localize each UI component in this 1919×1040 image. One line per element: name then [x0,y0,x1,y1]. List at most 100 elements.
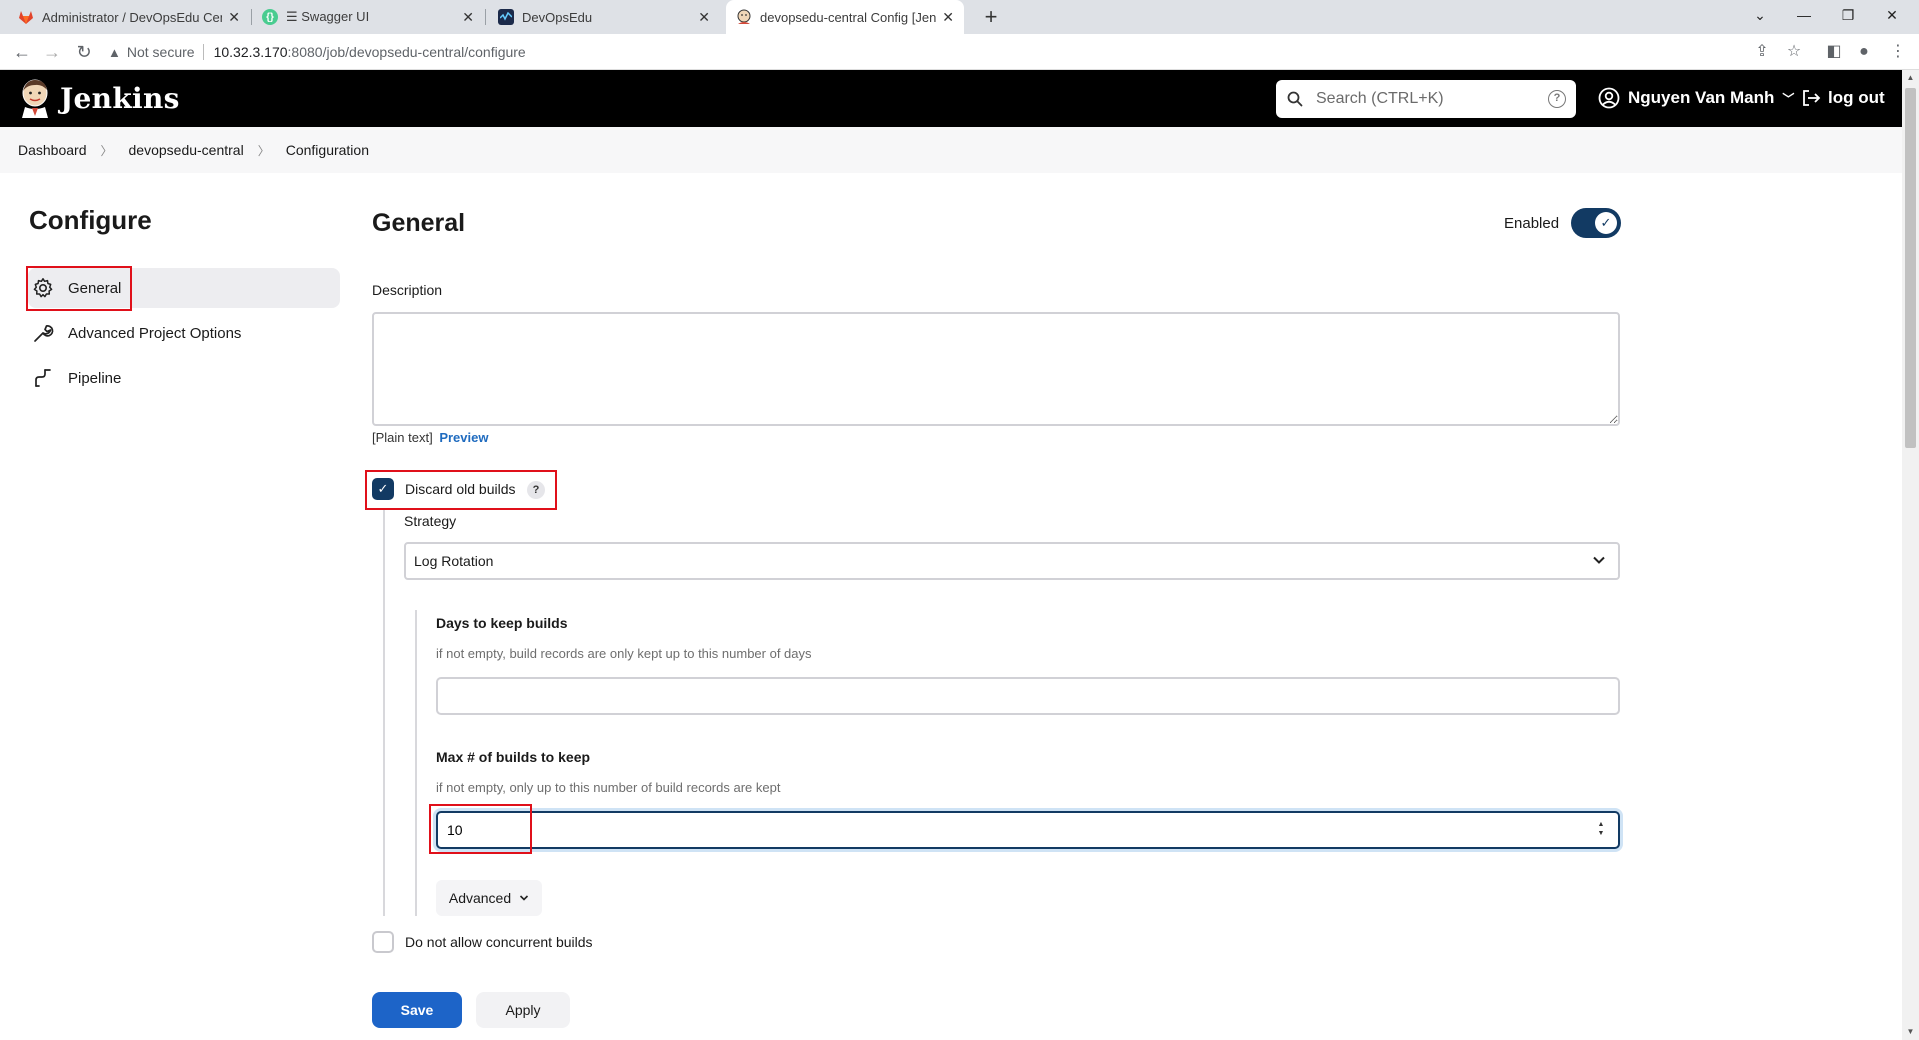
close-icon[interactable]: ✕ [462,9,474,26]
nested-section-line [415,610,417,916]
browser-tab-devopsedu[interactable]: DevOpsEdu ✕ [488,0,720,34]
chevron-right-icon: 〉 [100,143,113,158]
minimize-icon[interactable]: — [1782,0,1826,30]
tab-divider [485,9,486,25]
description-label: Description [372,282,443,298]
search-icon [1287,91,1303,107]
help-icon[interactable]: ? [527,481,545,499]
sidebar-item-advanced-project-options[interactable]: Advanced Project Options [28,313,340,353]
user-icon [1598,87,1620,109]
concurrent-builds-checkbox[interactable] [372,931,394,953]
sidebar-item-label: Advanced Project Options [68,324,242,342]
restore-icon[interactable]: ❐ [1826,0,1870,30]
number-spinner-icon[interactable]: ▲ ▼ [1596,820,1606,840]
strategy-select[interactable]: Log Rotation [404,542,1620,580]
breadcrumb-configuration[interactable]: Configuration [286,142,369,158]
concurrent-builds-label: Do not allow concurrent builds [405,934,593,950]
menu-icon[interactable]: ⋮ [1886,40,1910,64]
chevron-down-icon [520,895,529,901]
max-builds-input[interactable] [436,811,1620,849]
strategy-label: Strategy [404,513,457,529]
save-button[interactable]: Save [372,992,462,1028]
help-icon[interactable]: ? [1548,90,1566,108]
description-field[interactable] [372,312,1620,426]
scrollbar-thumb[interactable] [1905,88,1916,448]
url-host: 10.32.3.170 [213,44,288,60]
max-builds-label: Max # of builds to keep [436,749,591,765]
profile-icon[interactable]: ● [1852,40,1876,64]
gear-icon [33,278,53,298]
jenkins-header: Jenkins ? Nguyen Van Manh ﹀ log out [0,70,1902,127]
reload-icon[interactable]: ↻ [72,40,96,64]
wrench-icon [34,325,54,342]
chevron-down-icon [1593,556,1605,564]
logout-icon [1803,90,1821,106]
breadcrumb-dashboard[interactable]: Dashboard [18,142,87,158]
tab-search-icon[interactable]: ⌄ [1738,0,1782,30]
enabled-toggle[interactable]: ✓ [1571,208,1621,238]
side-panel-icon[interactable]: ◧ [1822,40,1846,64]
close-icon[interactable]: ✕ [698,9,710,26]
preview-link[interactable]: Preview [439,430,488,445]
enabled-label: Enabled [1504,215,1560,232]
strategy-value: Log Rotation [414,553,494,569]
divider [202,44,204,60]
security-label[interactable]: Not secure [127,44,195,60]
user-menu[interactable]: Nguyen Van Manh ﹀ [1598,87,1794,109]
search-box[interactable]: ? [1276,80,1576,118]
days-hint: if not empty, build records are only kep… [436,646,812,661]
window-close-icon[interactable]: ✕ [1870,0,1914,30]
scroll-up-icon[interactable]: ▲ [1902,70,1919,86]
search-input[interactable] [1316,90,1548,108]
bottom-fade [340,968,1640,982]
breadcrumb-job[interactable]: devopsedu-central [129,142,244,158]
browser-tab-gitlab[interactable]: Administrator / DevOpsEdu Cent ✕ [8,0,250,34]
back-icon[interactable]: ← [10,40,34,64]
chevron-right-icon: 〉 [257,143,270,158]
days-label: Days to keep builds [436,615,568,631]
apply-button[interactable]: Apply [476,992,570,1028]
tab-title: ☰ Swagger UI [286,9,370,24]
breadcrumb: Dashboard 〉 devopsedu-central 〉 Configur… [0,127,1902,173]
pipeline-icon [35,369,51,387]
tab-title: devopsedu-central Config [Jenkir [760,9,937,25]
sidebar-item-pipeline[interactable]: Pipeline [28,358,340,398]
logout-link[interactable]: log out [1800,87,1885,109]
sidebar-item-general[interactable]: General [28,268,340,308]
discard-old-builds-checkbox[interactable]: ✓ [372,478,394,500]
app-icon [498,9,514,25]
close-icon[interactable]: ✕ [228,9,240,26]
jenkins-icon [736,9,752,25]
forward-icon[interactable]: → [40,40,64,64]
page-scrollbar[interactable]: ▲ ▼ [1902,70,1919,1040]
discard-old-builds-label: Discard old builds [405,481,516,497]
nested-section-line [383,510,385,916]
user-name: Nguyen Van Manh [1628,88,1775,107]
url-path: :8080/job/devopsedu-central/configure [287,44,526,60]
browser-tab-jenkins-config[interactable]: devopsedu-central Config [Jenkir ✕ [726,0,964,34]
sidebar-item-label: Pipeline [68,369,122,387]
max-builds-hint: if not empty, only up to this number of … [436,780,781,795]
chevron-down-icon: ﹀ [1782,91,1795,106]
plain-text-label: [Plain text] [372,430,433,445]
advanced-button[interactable]: Advanced [436,880,542,916]
browser-tab-bar: Administrator / DevOpsEdu Cent ✕ {} ☰ Sw… [0,0,1919,34]
sidebar-item-label: General [68,279,122,297]
url-field[interactable]: ▲ Not secure 10.32.3.170 :8080/job/devop… [108,38,1788,66]
plain-text-note: [Plain text] Preview [372,430,488,445]
address-bar: ← → ↻ ▲ Not secure 10.32.3.170 :8080/job… [0,34,1919,70]
logout-label: log out [1828,88,1885,107]
share-icon[interactable]: ⇪ [1750,40,1774,64]
advanced-label: Advanced [448,890,512,906]
section-title: General [372,209,466,237]
new-tab-button[interactable]: + [978,4,1004,30]
browser-tab-swagger[interactable]: {} ☰ Swagger UI ✕ [252,0,484,34]
app-title[interactable]: Jenkins [60,82,180,115]
close-icon[interactable]: ✕ [942,9,954,26]
check-icon: ✓ [1595,212,1617,234]
bookmark-star-icon[interactable]: ☆ [1782,40,1806,64]
days-to-keep-input[interactable] [436,677,1620,715]
warning-icon: ▲ [108,44,121,60]
jenkins-logo-icon[interactable] [18,78,52,118]
scroll-down-icon[interactable]: ▼ [1902,1024,1919,1040]
